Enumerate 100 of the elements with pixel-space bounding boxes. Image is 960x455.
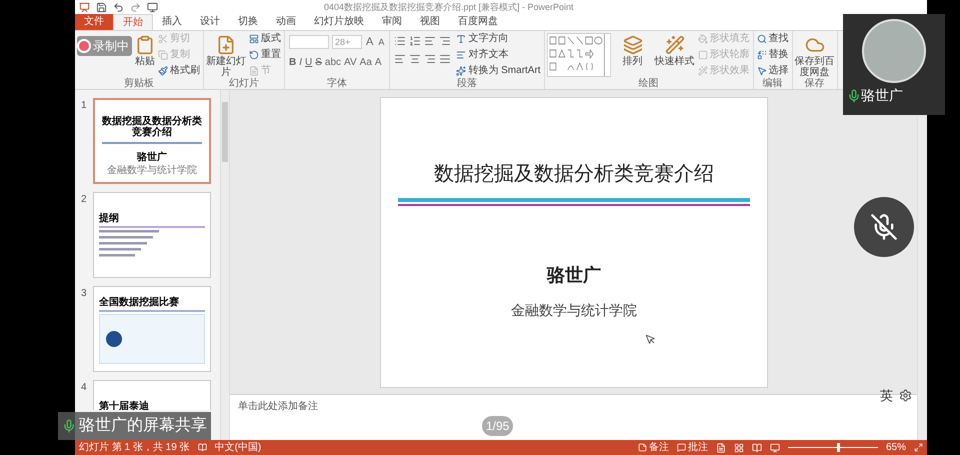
ribbon-button[interactable]: 保存到百度网盘: [794, 31, 836, 77]
app-logo-icon: [79, 2, 90, 12]
mic-icon: [62, 419, 76, 433]
ribbon-button[interactable]: 替换: [756, 47, 789, 62]
ribbon-tab[interactable]: 设计: [191, 14, 229, 30]
ribbon-button[interactable]: 版式: [249, 31, 281, 46]
slide-number: 1: [81, 99, 88, 113]
thumbnail-author: 骆世广: [137, 152, 167, 163]
group-label: 段落: [456, 78, 478, 89]
ribbon-tab[interactable]: 百度网盘: [449, 14, 507, 30]
scrollbar[interactable]: [220, 90, 230, 440]
zoom-level: 65%: [886, 442, 906, 454]
group-label: 幻灯片: [228, 78, 260, 89]
align-right-icon[interactable]: [424, 53, 436, 65]
slide-info: 幻灯片 第 1 张，共 19 张: [79, 442, 190, 454]
ribbon-tab[interactable]: 文件: [75, 14, 113, 30]
ribbon-tab[interactable]: 插入: [153, 14, 191, 30]
clipboard-icon: [135, 35, 155, 55]
format-button[interactable]: A: [374, 54, 382, 70]
align-left-icon[interactable]: [394, 53, 406, 65]
scissors-icon: [158, 34, 168, 44]
mouse-pointer-icon: [645, 334, 656, 345]
grow-font-button[interactable]: A: [365, 34, 374, 50]
slide-thumbnail[interactable]: 数据挖掘及数据分析类竞赛介绍 骆世广 金融数学与统计学院: [93, 98, 211, 184]
new-slide-icon: [216, 35, 236, 55]
group-label: 绘图: [638, 78, 660, 89]
ribbon-button[interactable]: 重置: [249, 47, 281, 62]
normal-view-icon[interactable]: [716, 442, 726, 452]
format-button[interactable]: Aa: [360, 54, 372, 70]
wand-icon: [664, 35, 685, 55]
format-button[interactable]: B: [289, 54, 296, 70]
effects-icon: [698, 66, 708, 76]
ribbon-button[interactable]: 转换为 SmartArt: [456, 63, 541, 78]
outline-icon: [698, 50, 708, 60]
slideshow-icon[interactable]: [147, 2, 158, 12]
ribbon-tab[interactable]: 切换: [229, 14, 267, 30]
ribbon-button[interactable]: 格式刷: [158, 63, 200, 78]
affiliation: 金融数学与统计学院: [511, 302, 637, 321]
slide-number: 4: [81, 381, 88, 395]
search-icon: [756, 34, 767, 44]
ribbon-button[interactable]: 排列: [612, 31, 654, 77]
ribbon-button[interactable]: 文字方向: [456, 31, 541, 46]
save-icon[interactable]: [96, 2, 107, 12]
ribbon-button[interactable]: 选择: [756, 63, 789, 78]
thumbnail-title: 提纲: [99, 213, 120, 224]
undo-icon[interactable]: [113, 2, 124, 12]
ribbon-tab[interactable]: 视图: [411, 14, 449, 30]
shrink-font-button[interactable]: A: [377, 36, 386, 49]
format-button[interactable]: abc: [324, 54, 342, 70]
reading-view-icon[interactable]: [752, 442, 762, 452]
cursor-icon: [756, 66, 767, 76]
reset-icon: [249, 50, 259, 60]
recording-label: 录制中: [93, 38, 129, 54]
shape-gallery-drawing[interactable]: [546, 33, 611, 77]
justify-icon[interactable]: [439, 53, 452, 65]
sorter-view-icon[interactable]: [734, 442, 744, 452]
font-name-field[interactable]: [289, 35, 329, 50]
settings-icon[interactable]: [899, 389, 912, 402]
format-button[interactable]: U: [305, 54, 312, 70]
fit-slide-icon[interactable]: [914, 443, 923, 452]
comments-button[interactable]: 批注: [676, 442, 708, 454]
notes-button[interactable]: 备注: [638, 442, 669, 454]
slideshow-icon[interactable]: [770, 442, 780, 452]
share-label: 骆世广的屏幕共享: [79, 416, 207, 436]
slide-title: 数据挖掘及数据分析类竞赛介绍: [434, 160, 714, 187]
ribbon-tab[interactable]: 审阅: [373, 14, 411, 30]
align-center-icon[interactable]: [409, 53, 422, 65]
ribbon-button[interactable]: 查找: [756, 31, 789, 46]
slide-thumbnail[interactable]: 提纲: [93, 192, 211, 278]
language: 中文(中国): [214, 442, 262, 454]
ribbon-button[interactable]: 新建幻灯片: [205, 31, 247, 77]
ribbon-button[interactable]: 对齐文本: [456, 47, 541, 62]
comment-icon: [676, 443, 686, 452]
zoom-thumb[interactable]: [837, 443, 840, 452]
thumbnail-title: 数据挖掘及数据分析类竞赛介绍: [100, 116, 203, 138]
ribbon-tab[interactable]: 开始: [113, 14, 153, 30]
ribbon-tab[interactable]: 幻灯片放映: [305, 14, 373, 30]
format-button[interactable]: I: [299, 54, 302, 70]
format-button[interactable]: S: [315, 54, 322, 70]
redo-icon[interactable]: [130, 2, 141, 12]
author-name: 骆世广: [547, 264, 601, 288]
format-button[interactable]: AV: [344, 54, 357, 70]
participant-name: 骆世广: [861, 86, 903, 105]
ribbon-button[interactable]: 快速样式: [654, 31, 696, 77]
slide-number: 2: [81, 193, 88, 207]
numbering-icon[interactable]: [409, 35, 422, 47]
notes-icon: [638, 443, 647, 452]
fill-icon: [698, 34, 708, 44]
ribbon-tab[interactable]: 动画: [267, 14, 305, 30]
text-direction-icon: [456, 34, 466, 44]
layout-icon: [249, 34, 259, 44]
mic-off-icon: [870, 213, 898, 241]
brush-icon: [158, 66, 168, 76]
scrollbar[interactable]: [917, 118, 927, 440]
replace-icon: [756, 50, 767, 60]
group-label: 保存: [804, 78, 826, 89]
thumbnail-subtitle: 金融数学与统计学院: [107, 165, 197, 176]
slide-thumbnail[interactable]: 全国数据挖掘比赛: [93, 286, 211, 372]
group-label: 编辑: [762, 78, 784, 89]
align-icon: [456, 50, 466, 60]
